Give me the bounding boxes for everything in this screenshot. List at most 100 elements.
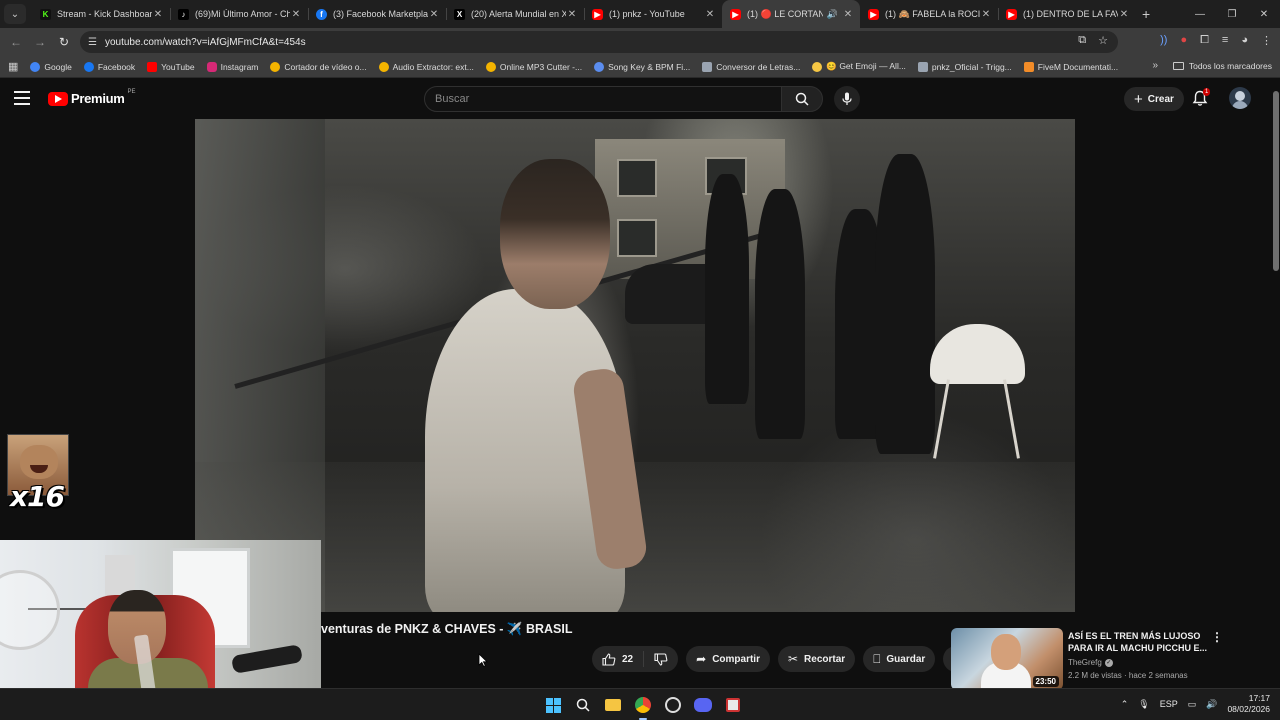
x-icon: X <box>454 8 465 20</box>
search-input[interactable] <box>435 93 781 105</box>
recommended-thumbnail[interactable]: 23:50 <box>951 628 1063 690</box>
emoji-icon <box>812 61 823 72</box>
extension-translate-icon[interactable]: )) <box>1160 34 1167 47</box>
bookmark-mp3-cutter[interactable]: Online MP3 Cutter -... <box>485 61 582 72</box>
network-icon[interactable]: ▭ <box>1188 699 1197 710</box>
youtube-premium-logo[interactable]: Premium PE <box>48 89 136 106</box>
tab-kick-dashboard[interactable]: K Stream - Kick Dashboard ✕ <box>32 0 170 28</box>
scrollbar-thumb[interactable] <box>1273 91 1279 271</box>
close-window-icon[interactable]: ✕ <box>1248 0 1280 28</box>
close-icon[interactable]: ✕ <box>152 9 164 20</box>
tab-fabela-rocinha[interactable]: ▶ (1) 🙈 FABELA la ROCINH ✕ <box>860 0 998 28</box>
like-button[interactable]: 22 <box>592 651 645 667</box>
logo-text: Premium <box>71 91 125 106</box>
back-icon[interactable]: ← <box>4 30 28 54</box>
bookmark-song-key[interactable]: Song Key & BPM Fi... <box>594 61 691 72</box>
close-icon[interactable]: ✕ <box>566 9 578 20</box>
bookmark-star-icon[interactable]: ☆ <box>1098 34 1108 47</box>
share-button[interactable]: ➦ Compartir <box>686 646 770 672</box>
tab-search-button[interactable]: ⌄ <box>4 4 26 24</box>
minimize-icon[interactable]: — <box>1184 0 1216 28</box>
windows-start-icon[interactable] <box>541 693 565 717</box>
bookmark-google[interactable]: Google <box>30 61 72 72</box>
bookmark-label: Audio Extractor: ext... <box>392 61 474 72</box>
tab-x-alerta[interactable]: X (20) Alerta Mundial en X: ✕ <box>446 0 584 28</box>
recommended-channel[interactable]: TheGrefg ✓ <box>1068 658 1113 667</box>
system-tray: ⌃ 🎙 ESP ▭ 🔊 17:17 08/02/2026 <box>1121 693 1270 715</box>
discord-icon[interactable] <box>691 693 715 717</box>
video-player[interactable] <box>195 119 1075 612</box>
install-app-icon[interactable]: ⧉ <box>1078 34 1086 47</box>
taskbar-search-icon[interactable] <box>571 693 595 717</box>
url-text[interactable]: youtube.com/watch?v=iAfGjMFmCfA&t=454s <box>105 37 306 48</box>
apps-grid-icon[interactable]: ▦ <box>8 60 18 73</box>
tray-overflow-icon[interactable]: ⌃ <box>1121 699 1129 710</box>
recommended-video[interactable]: 23:50 ASÍ ES EL TREN MÁS LUJOSO PARA IR … <box>951 628 1226 690</box>
video-title: venturas de PNKZ & CHAVES - ✈️ BRASIL <box>321 622 573 636</box>
bookmark-youtube[interactable]: YouTube <box>147 61 195 72</box>
tab-active-video[interactable]: ▶ (1) 🔴 LE CORTAN EL 🔊 ✕ <box>722 0 860 28</box>
new-tab-button[interactable]: + <box>1142 6 1150 22</box>
bookmark-label: Facebook <box>97 61 136 72</box>
bookmark-pnkz-oficial[interactable]: pnkz_Oficial - Trigg... <box>917 61 1012 72</box>
thumbnail-face <box>991 634 1021 670</box>
browser-toolbar: ← → ↻ ☰ youtube.com/watch?v=iAfGjMFmCfA&… <box>0 28 1280 56</box>
bookmark-conversor-letras[interactable]: Conversor de Letras... <box>702 61 800 72</box>
app-icon[interactable] <box>721 693 745 717</box>
dislike-button[interactable] <box>644 651 678 667</box>
browser-menu-icon[interactable]: ⋮ <box>1261 34 1272 47</box>
tray-mic-icon[interactable]: 🎙 <box>1138 699 1149 710</box>
search-button[interactable] <box>781 86 823 112</box>
bookmark-label: Instagram <box>220 61 259 72</box>
media-controls-icon[interactable]: ≡ <box>1222 34 1228 47</box>
more-bookmarks-icon[interactable]: » <box>1152 60 1158 71</box>
bookmark-instagram[interactable]: Instagram <box>206 61 259 72</box>
close-icon[interactable]: ✕ <box>980 9 992 20</box>
account-avatar[interactable] <box>1229 87 1251 109</box>
recommended-title[interactable]: ASÍ ES EL TREN MÁS LUJOSO PARA IR AL MAC… <box>1068 630 1208 654</box>
reload-icon[interactable]: ↻ <box>52 30 76 54</box>
site-info-icon[interactable]: ☰ <box>88 37 97 48</box>
speaker-icon[interactable]: 🔊 <box>827 9 838 20</box>
obs-icon[interactable] <box>661 693 685 717</box>
forward-icon[interactable]: → <box>28 30 52 54</box>
clock-date: 08/02/2026 <box>1227 704 1270 714</box>
notification-badge: 1 <box>1203 88 1211 96</box>
close-icon[interactable]: ✕ <box>1118 9 1130 20</box>
restore-icon[interactable]: ❐ <box>1216 0 1248 28</box>
tab-dentro-favela[interactable]: ▶ (1) DENTRO DE LA FAVEL ✕ <box>998 0 1136 28</box>
file-explorer-icon[interactable] <box>601 693 625 717</box>
clock[interactable]: 17:17 08/02/2026 <box>1227 693 1270 715</box>
recommended-menu-icon[interactable]: ⋮ <box>1211 630 1223 644</box>
close-icon[interactable]: ✕ <box>290 9 302 20</box>
bookmark-get-emoji[interactable]: 😊 Get Emoji — All... <box>812 61 906 72</box>
create-button[interactable]: + Crear <box>1124 87 1184 111</box>
chrome-icon[interactable] <box>631 693 655 720</box>
music-note-icon <box>594 61 605 72</box>
bookmark-video-cutter[interactable]: Cortador de vídeo o... <box>270 61 367 72</box>
close-icon[interactable]: ✕ <box>842 9 854 20</box>
bookmark-facebook[interactable]: Facebook <box>83 61 136 72</box>
tab-tiktok[interactable]: ♪ (69)Mi Último Amor - Chi ✕ <box>170 0 308 28</box>
bookmark-audio-extractor[interactable]: Audio Extractor: ext... <box>378 61 474 72</box>
input-language[interactable]: ESP <box>1160 699 1178 709</box>
tab-pnkz-youtube[interactable]: ▶ (1) pnkz - YouTube ✕ <box>584 0 722 28</box>
tab-title: (1) 🔴 LE CORTAN EL <box>747 8 823 19</box>
all-bookmarks-button[interactable]: Todos los marcadores <box>1172 61 1272 71</box>
address-bar[interactable]: ☰ youtube.com/watch?v=iAfGjMFmCfA&t=454s… <box>80 31 1118 53</box>
voice-search-button[interactable] <box>834 86 860 112</box>
save-button[interactable]: ⎕ Guardar <box>863 646 936 672</box>
volume-icon[interactable]: 🔊 <box>1206 699 1217 710</box>
profile-avatar-icon[interactable]: ◕ <box>1241 34 1248 47</box>
clip-button[interactable]: ✂ Recortar <box>777 646 856 672</box>
hamburger-menu-icon[interactable] <box>14 91 30 105</box>
bookmark-label: Song Key & BPM Fi... <box>608 61 691 72</box>
extensions-puzzle-icon[interactable]: ⧠ <box>1200 34 1209 47</box>
close-icon[interactable]: ✕ <box>428 9 440 20</box>
extension-red-icon[interactable]: ● <box>1180 34 1187 47</box>
page-scrollbar[interactable] <box>1272 79 1280 689</box>
search-box <box>424 86 782 112</box>
tab-facebook-marketplace[interactable]: f (3) Facebook Marketplace ✕ <box>308 0 446 28</box>
close-icon[interactable]: ✕ <box>704 9 716 20</box>
bookmark-fivem-docs[interactable]: FiveM Documentati... <box>1023 61 1118 72</box>
